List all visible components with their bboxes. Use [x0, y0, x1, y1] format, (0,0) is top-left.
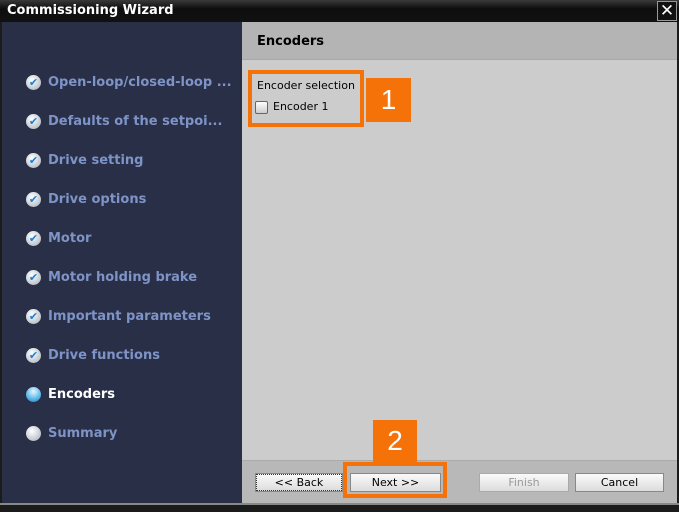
- cancel-button[interactable]: Cancel: [575, 473, 664, 492]
- sidebar-item-label: Defaults of the setpoi...: [48, 113, 223, 129]
- sidebar-item-label: Motor holding brake: [48, 269, 198, 285]
- annotation-box-2: [343, 462, 447, 498]
- annotation-box-1: [248, 70, 364, 127]
- checkmark-icon: ✔: [26, 269, 41, 285]
- sidebar-item-label: Summary: [48, 425, 118, 441]
- page-title: Encoders: [257, 34, 325, 49]
- panel-header: Encoders: [242, 22, 677, 60]
- sidebar-item[interactable]: ✔ Defaults of the setpoi...: [26, 111, 222, 131]
- sidebar-item-label: Important parameters: [48, 308, 211, 324]
- title-bar: Commissioning Wizard ✕: [0, 0, 679, 22]
- sidebar-item[interactable]: ✔ Important parameters: [26, 306, 211, 326]
- pending-step-icon: [26, 425, 41, 441]
- sidebar-item-label: Motor: [48, 230, 92, 246]
- checkmark-icon: ✔: [26, 347, 41, 363]
- checkmark-icon: ✔: [26, 191, 41, 207]
- sidebar-item[interactable]: Summary: [26, 423, 117, 443]
- sidebar-item[interactable]: ✔ Drive options: [26, 189, 146, 209]
- sidebar-item-label: Drive functions: [48, 347, 160, 363]
- back-button[interactable]: << Back: [255, 473, 343, 492]
- sidebar-item-label: Encoders: [48, 386, 116, 402]
- sidebar-item-label: Drive setting: [48, 152, 144, 168]
- wizard-steps-sidebar: ✔ Open-loop/closed-loop ... ✔ Defaults of t…: [2, 22, 242, 503]
- sidebar-item-label: Drive options: [48, 191, 147, 207]
- window-bottom-border: [0, 503, 679, 512]
- sidebar-item[interactable]: ✔ Motor: [26, 228, 91, 248]
- checkmark-icon: ✔: [26, 113, 41, 129]
- checkmark-icon: ✔: [26, 152, 41, 168]
- sidebar-item-label: Open-loop/closed-loop ...: [48, 74, 232, 90]
- sidebar-item[interactable]: ✔ Open-loop/closed-loop ...: [26, 72, 232, 92]
- current-step-icon: [26, 386, 41, 402]
- checkmark-icon: ✔: [26, 230, 41, 246]
- checkmark-icon: ✔: [26, 74, 41, 90]
- annotation-badge-2: 2: [373, 420, 417, 462]
- checkmark-icon: ✔: [26, 308, 41, 324]
- close-icon[interactable]: ✕: [657, 1, 677, 21]
- annotation-badge-1: 1: [366, 78, 411, 122]
- sidebar-item[interactable]: Encoders: [26, 384, 115, 404]
- sidebar-item[interactable]: ✔ Motor holding brake: [26, 267, 197, 287]
- sidebar-item[interactable]: ✔ Drive setting: [26, 150, 143, 170]
- button-bar: << Back Next >> Finish Cancel: [242, 460, 677, 503]
- finish-button: Finish: [479, 473, 569, 492]
- sidebar-item[interactable]: ✔ Drive functions: [26, 345, 160, 365]
- window-title: Commissioning Wizard: [7, 3, 174, 18]
